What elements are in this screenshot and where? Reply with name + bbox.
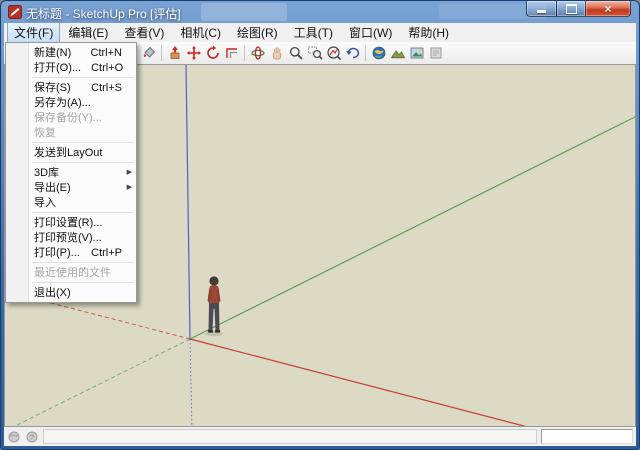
menu-separator bbox=[32, 77, 134, 78]
offset-tool[interactable] bbox=[222, 43, 241, 63]
window-title: 无标题 - SketchUp Pro [评估] bbox=[26, 5, 181, 22]
menu-separator bbox=[32, 162, 134, 163]
window-content: 文件(F) 编辑(E) 查看(V) 相机(C) 绘图(R) 工具(T) 窗口(W… bbox=[4, 23, 636, 446]
menu-item-save-backup: 保存备份(Y)... bbox=[6, 110, 136, 125]
red-axis bbox=[190, 339, 636, 427]
terrain-icon bbox=[390, 45, 406, 61]
sketchup-window: 无标题 - SketchUp Pro [评估] × 文件(F) 编辑(E) 查看… bbox=[0, 0, 640, 450]
sketchup-app-icon bbox=[8, 5, 22, 19]
file-menu-dropdown: 新建(N) Ctrl+N 打开(O)... Ctrl+O 保存(S) Ctrl+… bbox=[5, 42, 137, 303]
pan-tool[interactable] bbox=[267, 43, 286, 63]
geolocation-icon[interactable] bbox=[7, 430, 21, 444]
measurement-input[interactable] bbox=[541, 429, 633, 444]
help-icon[interactable]: ? bbox=[25, 430, 39, 444]
move-icon bbox=[186, 45, 202, 61]
offset-icon bbox=[224, 45, 240, 61]
zoom-extents-icon bbox=[326, 45, 342, 61]
menu-item-print-setup[interactable]: 打印设置(R)... bbox=[6, 215, 136, 230]
svg-text:?: ? bbox=[30, 434, 34, 441]
close-icon: × bbox=[604, 3, 611, 15]
model-info-icon bbox=[428, 45, 444, 61]
add-location-tool[interactable] bbox=[369, 43, 388, 63]
minimize-icon bbox=[537, 10, 546, 13]
maximize-button[interactable] bbox=[556, 1, 586, 17]
menu-item-send-to-layout[interactable]: 发送到LayOut bbox=[6, 145, 136, 160]
orbit-tool[interactable] bbox=[248, 43, 267, 63]
menu-item-print-preview[interactable]: 打印预览(V)... bbox=[6, 230, 136, 245]
photo-textures-tool[interactable] bbox=[407, 43, 426, 63]
previous-view-icon bbox=[345, 45, 361, 61]
push-pull-icon bbox=[167, 45, 183, 61]
menu-item-export[interactable]: 导出(E) bbox=[6, 180, 136, 195]
menu-separator bbox=[32, 262, 134, 263]
photo-icon bbox=[409, 45, 425, 61]
toolbar-separator bbox=[244, 45, 245, 61]
statusbar: ? bbox=[4, 427, 636, 446]
rotate-tool[interactable] bbox=[203, 43, 222, 63]
menu-item-exit[interactable]: 退出(X) bbox=[6, 285, 136, 300]
titlebar[interactable]: 无标题 - SketchUp Pro [评估] × bbox=[1, 1, 639, 23]
model-info-tool[interactable] bbox=[426, 43, 445, 63]
orbit-icon bbox=[250, 45, 266, 61]
minimize-button[interactable] bbox=[526, 1, 557, 17]
zoom-extents-tool[interactable] bbox=[324, 43, 343, 63]
blue-axis bbox=[186, 65, 190, 339]
zoom-icon bbox=[288, 45, 304, 61]
paint-bucket-tool[interactable] bbox=[139, 43, 158, 63]
menubar: 文件(F) 编辑(E) 查看(V) 相机(C) 绘图(R) 工具(T) 窗口(W… bbox=[4, 23, 636, 42]
menu-item-revert: 恢复 bbox=[6, 125, 136, 140]
close-button[interactable]: × bbox=[585, 1, 631, 17]
toolbar-separator bbox=[161, 45, 162, 61]
zoom-window-tool[interactable] bbox=[305, 43, 324, 63]
maximize-icon bbox=[566, 4, 577, 14]
zoom-window-icon bbox=[307, 45, 323, 61]
menu-separator bbox=[32, 212, 134, 213]
toolbar-separator bbox=[365, 45, 366, 61]
status-message bbox=[43, 429, 537, 444]
earth-icon bbox=[371, 45, 387, 61]
menu-item-new[interactable]: 新建(N) Ctrl+N bbox=[6, 45, 136, 60]
menu-item-3d-warehouse[interactable]: 3D库 bbox=[6, 165, 136, 180]
move-tool[interactable] bbox=[184, 43, 203, 63]
menu-item-print[interactable]: 打印(P)... Ctrl+P bbox=[6, 245, 136, 260]
menu-file[interactable]: 文件(F) bbox=[7, 23, 60, 44]
menu-item-import[interactable]: 导入 bbox=[6, 195, 136, 210]
menu-separator bbox=[32, 282, 134, 283]
green-axis-negative bbox=[5, 339, 190, 427]
paint-bucket-icon bbox=[141, 45, 157, 61]
menu-item-save-as[interactable]: 另存为(A)... bbox=[6, 95, 136, 110]
zoom-tool[interactable] bbox=[286, 43, 305, 63]
previous-view-tool[interactable] bbox=[343, 43, 362, 63]
menu-item-open[interactable]: 打开(O)... Ctrl+O bbox=[6, 60, 136, 75]
menu-item-save[interactable]: 保存(S) Ctrl+S bbox=[6, 80, 136, 95]
green-axis bbox=[190, 115, 636, 339]
titlebar-glass-highlight bbox=[201, 3, 287, 21]
window-controls: × bbox=[527, 1, 631, 17]
blue-axis-negative bbox=[190, 339, 192, 427]
rotate-icon bbox=[205, 45, 221, 61]
toggle-terrain-tool[interactable] bbox=[388, 43, 407, 63]
pan-hand-icon bbox=[269, 45, 285, 61]
push-pull-tool[interactable] bbox=[165, 43, 184, 63]
menu-item-recent-files: 最近使用的文件 bbox=[6, 265, 136, 280]
menu-separator bbox=[32, 142, 134, 143]
